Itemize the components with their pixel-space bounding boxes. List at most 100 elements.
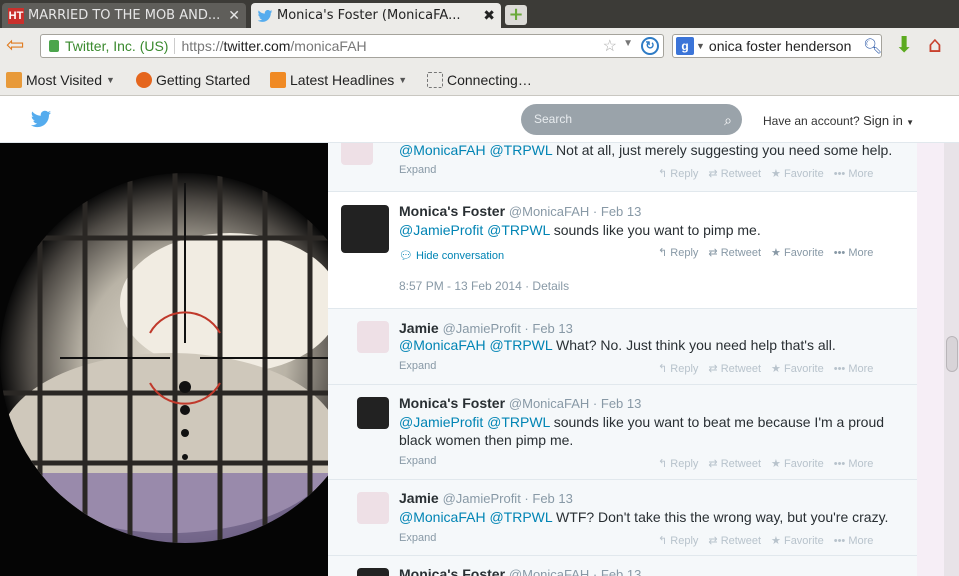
tweet-date[interactable]: Feb 13 — [601, 396, 641, 411]
user-name[interactable]: Monica's Foster — [399, 203, 505, 219]
tweet-date[interactable]: Feb 13 — [601, 567, 641, 576]
bookmark-latest-headlines[interactable]: Latest Headlines ▼ — [270, 72, 407, 88]
reply-button[interactable]: ↰ Reply — [658, 535, 698, 547]
close-tab-icon[interactable]: ✕ — [228, 8, 240, 24]
home-icon[interactable]: ⌂ — [928, 33, 942, 59]
retweet-button[interactable]: ⇄ Retweet — [708, 168, 761, 180]
search-icon[interactable]: 🔍︎ — [863, 37, 881, 55]
expand-link[interactable]: Expand — [399, 164, 436, 176]
url-scheme: https:// — [181, 38, 224, 54]
more-button[interactable]: ••• More — [834, 247, 874, 259]
user-name[interactable]: Jamie — [399, 490, 439, 506]
reply-button[interactable]: ↰ Reply — [658, 458, 698, 470]
user-handle[interactable]: @JamieProfit — [443, 491, 521, 506]
bookmark-most-visited[interactable]: Most Visited ▼ — [6, 72, 115, 88]
user-handle[interactable]: @JamieProfit — [443, 321, 521, 336]
retweet-button[interactable]: ⇄ Retweet — [708, 247, 761, 259]
expand-link[interactable]: Expand — [399, 455, 436, 467]
url-bar[interactable]: Twitter, Inc. (US) https:// twitter.com … — [40, 34, 664, 58]
tweet-mentions[interactable]: @MonicaFAH @TRPWL — [399, 143, 552, 158]
favorite-button[interactable]: ★ Favorite — [771, 363, 824, 375]
tweet-body: sounds like you want to pimp me. — [553, 222, 761, 238]
history-dropdown-icon[interactable]: ▼ — [623, 38, 633, 49]
tweet-item[interactable]: @MonicaFAH @TRPWL Not at all, just merel… — [328, 143, 917, 192]
tweet-item[interactable]: Monica's Foster @MonicaFAH · Feb 13 @Jam… — [328, 385, 917, 480]
user-handle[interactable]: @MonicaFAH — [509, 204, 589, 219]
more-button[interactable]: ••• More — [834, 458, 874, 470]
divider — [174, 38, 176, 54]
lock-icon — [49, 40, 59, 52]
back-arrow-icon[interactable]: ⇦ — [6, 35, 24, 57]
tweet-actions: ↰ Reply ⇄ Retweet ★ Favorite ••• More — [658, 246, 883, 259]
twitter-search-input[interactable]: Search ⌕ — [521, 104, 742, 135]
new-tab-button[interactable]: + — [505, 5, 527, 25]
expand-link[interactable]: Expand — [399, 360, 436, 372]
user-name[interactable]: Monica's Foster — [399, 395, 505, 411]
scrollbar-thumb[interactable] — [946, 336, 958, 372]
more-button[interactable]: ••• More — [834, 363, 874, 375]
separator-dot: · — [520, 321, 533, 336]
bookmark-star-icon[interactable]: ☆ — [603, 36, 617, 56]
tweet-item[interactable]: Monica's Foster @MonicaFAH · Feb 13 — [328, 556, 917, 576]
favorite-button[interactable]: ★ Favorite — [771, 458, 824, 470]
avatar[interactable] — [341, 205, 389, 253]
site-identity[interactable]: Twitter, Inc. (US) — [65, 38, 168, 54]
sign-in-link[interactable]: Sign in — [863, 113, 903, 128]
reply-button[interactable]: ↰ Reply — [658, 363, 698, 375]
close-tab-icon[interactable]: ✖ — [483, 8, 495, 24]
tweet-mentions[interactable]: @JamieProfit @TRPWL — [399, 222, 550, 238]
download-arrow-icon[interactable]: ⬇ — [895, 33, 913, 59]
search-input[interactable]: onica foster henderson — [709, 38, 863, 54]
avatar[interactable] — [357, 397, 389, 429]
google-icon[interactable]: g — [676, 37, 694, 55]
avatar[interactable] — [357, 568, 389, 576]
tweet-date[interactable]: Feb 13 — [532, 491, 572, 506]
url-host: twitter.com — [223, 38, 291, 54]
more-button[interactable]: ••• More — [834, 535, 874, 547]
expand-link[interactable]: Expand — [399, 532, 436, 544]
retweet-button[interactable]: ⇄ Retweet — [708, 363, 761, 375]
chevron-down-icon: ▼ — [398, 75, 408, 85]
speech-bubble-icon: 💬︎ — [399, 250, 413, 262]
hide-conversation-link[interactable]: 💬︎ Hide conversation — [399, 249, 504, 262]
user-handle[interactable]: @MonicaFAH — [509, 567, 589, 576]
reply-button[interactable]: ↰ Reply — [658, 247, 698, 259]
scope-crosshair-picture — [0, 143, 328, 576]
more-button[interactable]: ••• More — [834, 168, 874, 180]
tweet-body: sounds like you want to beat me because … — [553, 414, 885, 430]
reload-icon[interactable]: ↻ — [641, 37, 659, 55]
tab-married-to-the-mob[interactable]: HT MARRIED TO THE MOB AND... ✕ — [2, 3, 246, 28]
avatar[interactable] — [357, 492, 389, 524]
tweet-mentions[interactable]: @MonicaFAH @TRPWL — [399, 509, 552, 525]
tweet-item-main[interactable]: Monica's Foster @MonicaFAH · Feb 13 @Jam… — [328, 192, 917, 309]
tweet-date[interactable]: Feb 13 — [532, 321, 572, 336]
reply-button[interactable]: ↰ Reply — [658, 168, 698, 180]
bookmark-connecting[interactable]: Connecting… — [427, 72, 532, 88]
twitter-logo-icon[interactable] — [28, 108, 54, 130]
avatar[interactable] — [341, 143, 373, 165]
search-engine-box[interactable]: g ▼ onica foster henderson 🔍︎ — [672, 34, 882, 58]
favorite-button[interactable]: ★ Favorite — [771, 535, 824, 547]
account-prompt: Have an account? Sign in ▼ — [763, 113, 914, 128]
tweet-mentions[interactable]: @MonicaFAH @TRPWL — [399, 337, 552, 353]
tab-monicas-foster[interactable]: Monica's Foster (MonicaFA... ✖ — [251, 3, 501, 28]
bookmark-getting-started[interactable]: Getting Started — [136, 72, 250, 88]
tweet-item[interactable]: Jamie @JamieProfit · Feb 13 @MonicaFAH @… — [328, 480, 917, 556]
user-handle[interactable]: @MonicaFAH — [509, 396, 589, 411]
user-name[interactable]: Monica's Foster — [399, 566, 505, 576]
chevron-down-icon[interactable]: ▼ — [906, 118, 914, 127]
favorite-button[interactable]: ★ Favorite — [771, 247, 824, 259]
retweet-button[interactable]: ⇄ Retweet — [708, 535, 761, 547]
favorite-button[interactable]: ★ Favorite — [771, 168, 824, 180]
tweet-item[interactable]: Jamie @JamieProfit · Feb 13 @MonicaFAH @… — [328, 309, 917, 385]
tweet-mentions[interactable]: @JamieProfit @TRPWL — [399, 414, 550, 430]
user-name[interactable]: Jamie — [399, 320, 439, 336]
retweet-button[interactable]: ⇄ Retweet — [708, 458, 761, 470]
search-icon[interactable]: ⌕ — [724, 105, 732, 136]
tweet-date[interactable]: Feb 13 — [601, 204, 641, 219]
folder-icon — [6, 72, 22, 88]
details-link[interactable]: Details — [532, 279, 569, 293]
tweet-text: @MonicaFAH @TRPWL WTF? Don't take this t… — [399, 508, 899, 526]
engine-dropdown-icon[interactable]: ▼ — [696, 41, 705, 51]
avatar[interactable] — [357, 321, 389, 353]
